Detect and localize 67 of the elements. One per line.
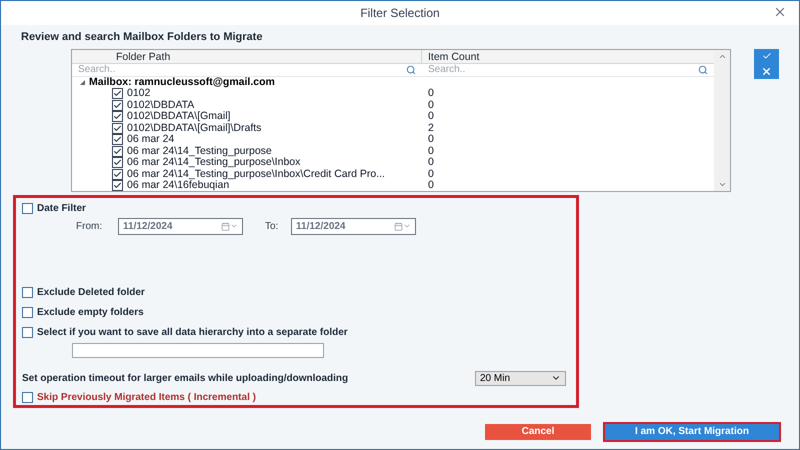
item-count: 2 bbox=[427, 122, 434, 134]
checkbox[interactable] bbox=[112, 146, 123, 157]
checkbox[interactable] bbox=[22, 286, 33, 298]
caret-icon bbox=[230, 222, 238, 230]
item-count: 0 bbox=[427, 134, 434, 146]
checkbox[interactable] bbox=[22, 326, 33, 338]
folder-path: 06 mar 24 bbox=[127, 134, 174, 146]
calendar-icon bbox=[394, 222, 403, 230]
checkbox[interactable] bbox=[112, 100, 123, 111]
checkbox-label: Exclude Deleted folder bbox=[37, 286, 145, 300]
column-header: Folder Path bbox=[72, 50, 422, 62]
cancel-button[interactable]: Cancel bbox=[485, 424, 591, 440]
checkbox[interactable] bbox=[22, 392, 33, 402]
checkbox[interactable] bbox=[112, 180, 123, 192]
folder-path: 06 mar 24\14_Testing_purpose\Inbox\Credit Card Pro... bbox=[127, 168, 385, 180]
column-header: Item Count bbox=[427, 50, 480, 62]
item-count: 0 bbox=[427, 100, 434, 111]
folder-name-field[interactable] bbox=[72, 342, 324, 358]
start-migration-button[interactable]: I am OK, Start Migration bbox=[603, 422, 781, 442]
search-field[interactable]: Search.. bbox=[72, 64, 422, 76]
search-field[interactable]: Search.. bbox=[422, 64, 714, 76]
item-count: 0 bbox=[427, 88, 434, 100]
caret-icon bbox=[403, 222, 411, 230]
checkbox-label: Date Filter bbox=[37, 202, 86, 216]
folder-path: 06 mar 24\14_Testing_purpose bbox=[127, 146, 272, 156]
folder-path: 06 mar 24\16febuqian bbox=[127, 180, 230, 192]
item-count: 0 bbox=[427, 168, 434, 180]
field-label: To: bbox=[265, 220, 280, 234]
item-count: 0 bbox=[427, 157, 434, 168]
calendar-icon bbox=[221, 222, 230, 230]
checkbox[interactable] bbox=[112, 122, 123, 134]
heading: Review and search Mailbox Folders to Migrate bbox=[20, 30, 264, 45]
item-count: 0 bbox=[427, 180, 434, 192]
folder-path: 0102\DBDATA bbox=[127, 100, 194, 111]
uncheck-all-button[interactable] bbox=[754, 64, 779, 78]
folder-path: 0102\DBDATA\[Gmail] bbox=[127, 111, 230, 122]
search-icon bbox=[406, 64, 416, 74]
date-field[interactable]: 11/12/2024 bbox=[118, 218, 243, 234]
folder-path: 0102\DBDATA\[Gmail]\Drafts bbox=[127, 122, 262, 134]
checkbox[interactable] bbox=[22, 306, 33, 318]
field-label: From: bbox=[76, 220, 104, 234]
tree-node[interactable]: Mailbox: ramnucleussoft@gmail.com bbox=[89, 76, 275, 88]
checkbox[interactable] bbox=[112, 111, 123, 122]
folder-path: 06 mar 24\14_Testing_purpose\Inbox bbox=[127, 157, 300, 168]
item-count: 0 bbox=[427, 111, 434, 122]
check-icon bbox=[762, 51, 772, 61]
expand-arrow-icon[interactable] bbox=[80, 80, 85, 85]
check-all-button[interactable] bbox=[754, 48, 779, 64]
close-button[interactable] bbox=[773, 5, 787, 19]
folder-path: 0102 bbox=[127, 88, 150, 100]
window-title: Filter Selection bbox=[360, 5, 440, 22]
checkbox-label: Exclude empty folders bbox=[37, 306, 144, 320]
close-icon bbox=[761, 66, 772, 76]
timeout-dropdown[interactable]: 20 Min bbox=[475, 370, 566, 386]
checkbox[interactable] bbox=[112, 134, 123, 146]
search-icon bbox=[698, 64, 708, 74]
timeout-label: Set operation timeout for larger emails while uploading/downloading bbox=[22, 372, 348, 386]
checkbox-label: Select if you want to save all data hierarchy into a separate folder bbox=[37, 326, 348, 340]
checkbox-label: Skip Previously Migrated Items ( Incremental ) bbox=[37, 390, 256, 404]
item-count: 0 bbox=[427, 146, 434, 157]
close-icon bbox=[773, 5, 787, 19]
checkbox[interactable] bbox=[22, 202, 33, 214]
date-field[interactable]: 11/12/2024 bbox=[291, 218, 416, 234]
checkbox[interactable] bbox=[112, 157, 123, 168]
checkbox[interactable] bbox=[112, 88, 123, 100]
checkbox[interactable] bbox=[112, 168, 123, 180]
scrollbar[interactable] bbox=[714, 50, 730, 190]
